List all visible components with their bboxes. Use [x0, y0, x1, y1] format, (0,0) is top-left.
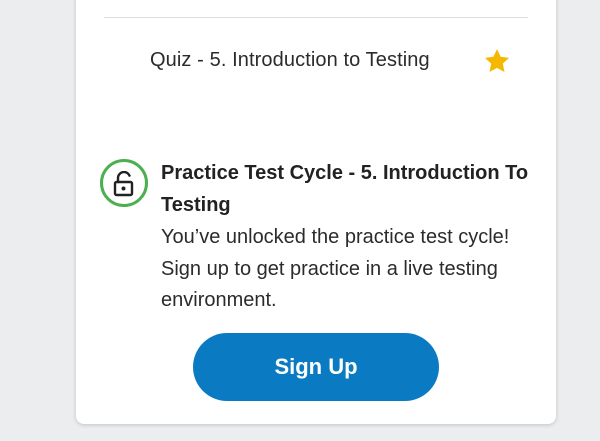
practice-test-title: Practice Test Cycle - 5. Introduction To… [161, 162, 529, 216]
practice-test-description: You’ve unlocked the practice test cycle!… [161, 226, 510, 311]
quiz-label: Quiz - 5. Introduction to Testing [150, 49, 430, 71]
practice-card: Quiz - 5. Introduction to Testing Practi… [76, 0, 556, 424]
divider [104, 17, 528, 18]
sign-up-button[interactable]: Sign Up [193, 333, 439, 401]
star-icon [483, 47, 511, 75]
unlocked-padlock-icon [100, 159, 148, 207]
quiz-row[interactable]: Quiz - 5. Introduction to Testing [150, 47, 530, 77]
